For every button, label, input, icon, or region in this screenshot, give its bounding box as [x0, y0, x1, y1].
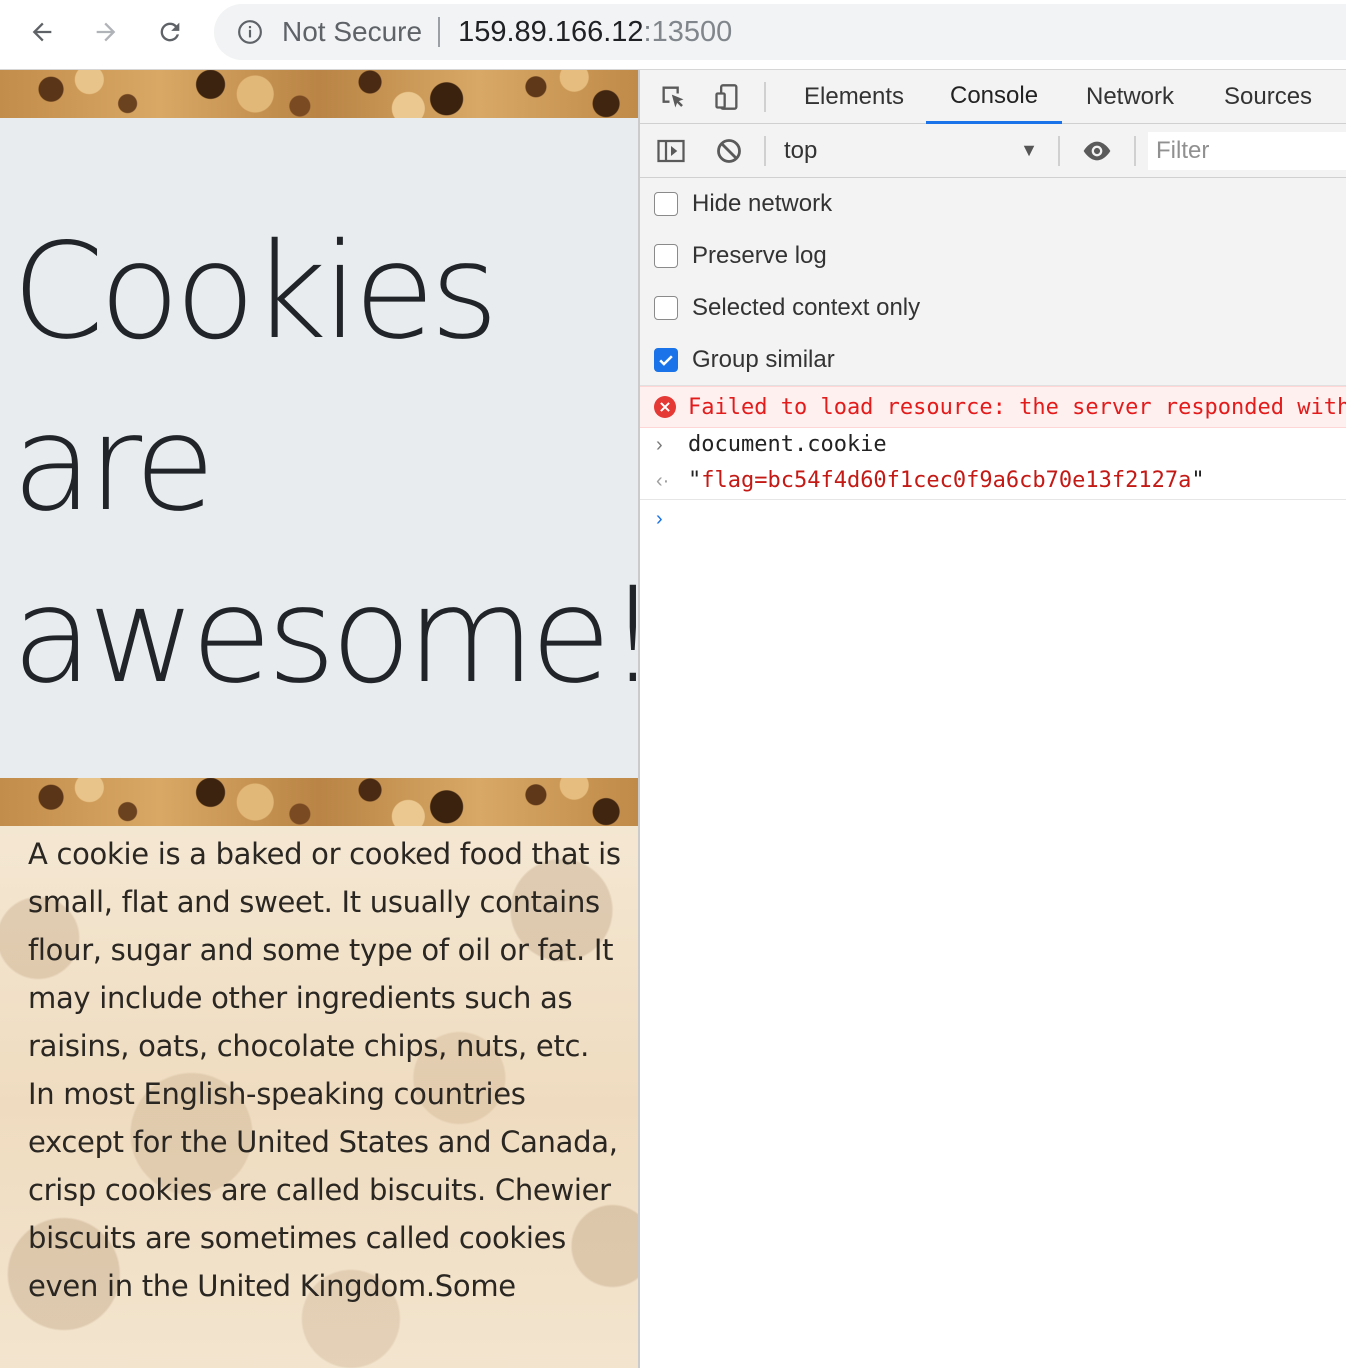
console-prompt[interactable]: ›: [640, 500, 1346, 536]
jumbotron: Cookies are awesome!: [0, 118, 638, 778]
setting-group-similar[interactable]: Group similar: [654, 340, 835, 380]
filter-input[interactable]: [1148, 132, 1346, 170]
result-string: flag=bc54f4d60f1cec0f9a6cb70e13f2127a: [701, 468, 1192, 493]
arrow-right-icon: [96, 22, 116, 42]
setting-hide-network[interactable]: Hide network: [654, 184, 832, 224]
cookie-divider-image: [0, 778, 638, 826]
checkbox-checked[interactable]: [654, 348, 678, 372]
url-host: 159.89.166.12: [458, 15, 644, 48]
inspect-element-icon[interactable]: [656, 80, 690, 114]
devtools-panel: Elements Console Network Sources top ▼ H…: [638, 70, 1346, 1368]
result-arrow-icon: ‹·: [656, 470, 670, 492]
tab-sources[interactable]: Sources: [1200, 70, 1336, 124]
toolbar-divider: [764, 136, 766, 166]
setting-selected-context-only[interactable]: Selected context only: [654, 288, 920, 328]
browser-toolbar: Not Secure 159.89.166.12:13500: [0, 0, 1346, 70]
url-port: :13500: [643, 15, 733, 48]
console-toolbar: top ▼: [640, 124, 1346, 178]
console-error-message: Failed to load resource: the server resp…: [640, 386, 1346, 428]
back-button[interactable]: [24, 14, 60, 50]
console-input-row: › document.cookie: [640, 428, 1346, 464]
devtools-tab-bar: Elements Console Network Sources: [640, 70, 1346, 124]
chevron-right-icon: ›: [656, 434, 663, 456]
setting-label: Selected context only: [692, 294, 921, 321]
setting-label: Hide network: [692, 190, 833, 217]
toolbar-divider: [1058, 136, 1060, 166]
console-result: "flag=bc54f4d60f1cec0f9a6cb70e13f2127a": [688, 468, 1205, 493]
eye-icon[interactable]: [1080, 134, 1114, 168]
context-select[interactable]: top ▼: [784, 134, 1050, 168]
checkbox[interactable]: [654, 192, 678, 216]
arrow-left-icon: [32, 22, 52, 42]
url-text: 159.89.166.12:13500: [458, 16, 732, 49]
toolbar-divider: [764, 82, 766, 112]
address-separator: [438, 17, 441, 47]
tab-console[interactable]: Console: [926, 70, 1063, 124]
caret-down-icon: ▼: [1020, 140, 1038, 160]
page-headline: Cookies are awesome!: [12, 215, 638, 713]
info-icon[interactable]: [236, 18, 264, 46]
quote-open: ": [688, 468, 702, 493]
sidebar-toggle-icon[interactable]: [654, 134, 688, 168]
body-paragraph: A cookie is a baked or cooked food that …: [28, 837, 621, 1303]
console-command: document.cookie: [688, 432, 887, 457]
setting-label: Preserve log: [692, 242, 827, 269]
reload-icon: [160, 22, 180, 42]
error-icon: [654, 396, 676, 418]
console-result-row: ‹· "flag=bc54f4d60f1cec0f9a6cb70e13f2127…: [640, 464, 1346, 500]
security-label: Not Secure: [282, 16, 423, 47]
error-text: Failed to load resource: the server resp…: [688, 395, 1346, 420]
web-page: Cookies are awesome! A cookie is a baked…: [0, 70, 638, 1368]
console-settings: Hide network Preserve log Selected conte…: [640, 178, 1346, 386]
reload-button[interactable]: [152, 14, 188, 50]
quote-close: ": [1191, 468, 1205, 493]
cookie-banner-image: [0, 70, 638, 118]
context-value: top: [784, 137, 818, 164]
tab-network[interactable]: Network: [1062, 70, 1198, 124]
forward-button[interactable]: [88, 14, 124, 50]
checkbox[interactable]: [654, 296, 678, 320]
clear-console-icon[interactable]: [712, 134, 746, 168]
device-toolbar-icon[interactable]: [710, 80, 744, 114]
setting-preserve-log[interactable]: Preserve log: [654, 236, 827, 276]
address-bar[interactable]: Not Secure 159.89.166.12:13500: [214, 4, 1346, 60]
prompt-chevron-icon: ›: [656, 508, 663, 530]
tab-elements[interactable]: Elements: [780, 70, 928, 124]
toolbar-divider: [1134, 136, 1136, 166]
checkmark-icon: [659, 355, 673, 366]
checkbox[interactable]: [654, 244, 678, 268]
setting-label: Group similar: [692, 346, 835, 373]
content-section: A cookie is a baked or cooked food that …: [0, 826, 638, 1368]
